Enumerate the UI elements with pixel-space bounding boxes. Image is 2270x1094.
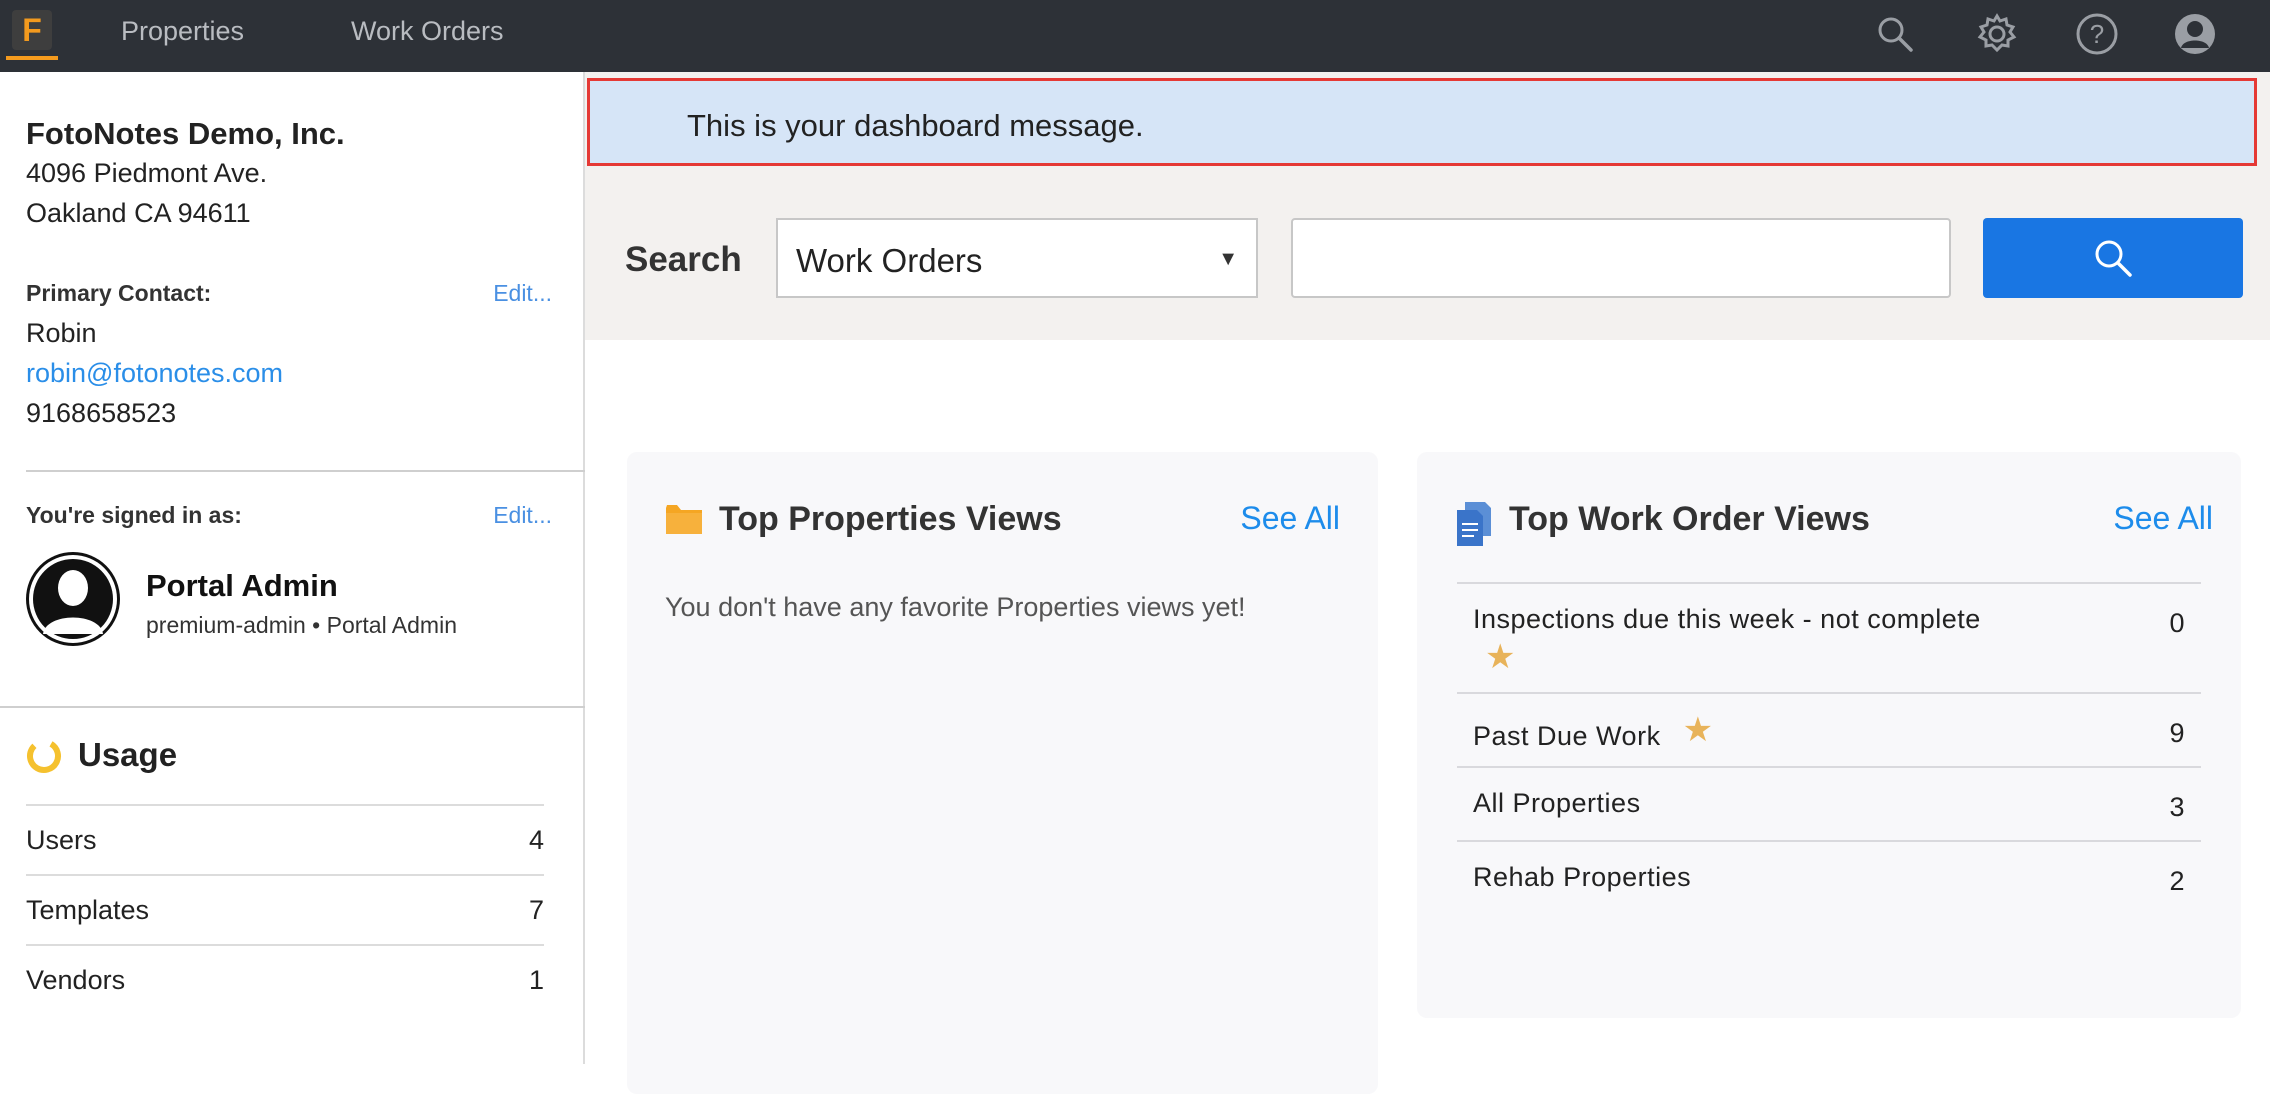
work-order-view-row[interactable]: Past Due Work ★ 9 [1457,692,2201,766]
avatar [26,552,120,646]
dashboard-message-text: This is your dashboard message. [687,108,1144,143]
primary-contact-label: Primary Contact: [26,280,212,306]
contact-name: Robin [26,318,97,348]
top-work-orders-title: Top Work Order Views [1509,500,1870,538]
work-order-view-count: 0 [2169,608,2185,638]
nav-work-orders[interactable]: Work Orders [351,16,504,47]
work-order-view-row[interactable]: All Properties 3 [1457,766,2201,840]
company-address-line2: Oakland CA 94611 [26,198,251,228]
sidebar: FotoNotes Demo, Inc. 4096 Piedmont Ave. … [0,72,585,1064]
work-order-view-count: 2 [2169,866,2185,896]
work-order-view-count: 3 [2169,792,2185,822]
work-order-views-list: Inspections due this week - not complete… [1457,582,2201,914]
main-content: This is your dashboard message. Search W… [585,72,2270,1094]
top-work-orders-card: Top Work Order Views See All Inspections… [1417,452,2241,1018]
edit-signed-in-link[interactable]: Edit... [493,502,552,529]
signed-in-user-role: premium-admin • Portal Admin [146,612,457,638]
usage-value: 7 [528,894,544,925]
divider [26,470,585,472]
usage-spinner-icon [26,738,62,774]
divider [0,706,585,708]
search-type-select[interactable]: Work Orders ▼ [776,218,1258,298]
usage-value: 4 [528,824,544,855]
search-type-selected: Work Orders [796,242,983,279]
star-icon[interactable]: ★ [1485,637,1981,677]
search-button[interactable] [1983,218,2243,298]
see-all-work-orders-link[interactable]: See All [2113,500,2213,537]
help-icon[interactable]: ? [2073,10,2121,58]
company-name: FotoNotes Demo, Inc. [26,116,345,151]
signed-in-user-name: Portal Admin [146,568,338,603]
dashboard-cards-area: Top Properties Views See All You don't h… [585,340,2270,1094]
work-order-view-name: Inspections due this week - not complete [1473,604,1981,634]
top-nav-bar: F Properties Work Orders ? [0,0,2270,72]
search-icon[interactable] [1871,10,1919,58]
top-properties-card: Top Properties Views See All You don't h… [627,452,1378,1094]
top-properties-title: Top Properties Views [719,500,1062,538]
star-icon[interactable]: ★ [1683,711,1714,749]
work-order-view-row[interactable]: Inspections due this week - not complete… [1457,582,2201,692]
svg-text:?: ? [2090,19,2104,49]
chevron-down-icon: ▼ [1218,248,1238,270]
app-logo[interactable]: F [12,10,52,50]
contact-phone: 9168658523 [26,398,177,428]
work-order-view-name: All Properties [1473,788,1641,818]
app-logo-letter: F [22,11,42,48]
usage-label: Users [26,824,97,855]
work-order-view-name: Past Due Work [1473,721,1661,751]
usage-list: Users 4 Templates 7 Vendors 1 [26,804,544,1014]
contact-email-link[interactable]: robin@fotonotes.com [26,358,283,389]
documents-icon [1455,502,1493,546]
search-label: Search [625,240,742,279]
edit-primary-contact-link[interactable]: Edit... [493,280,552,307]
usage-row-vendors: Vendors 1 [26,944,544,1014]
active-nav-indicator [6,56,58,60]
work-order-view-row[interactable]: Rehab Properties 2 [1457,840,2201,914]
usage-value: 1 [528,964,544,995]
gear-icon[interactable] [1973,10,2021,58]
folder-icon [665,502,703,540]
nav-properties[interactable]: Properties [121,16,244,47]
company-address-line1: 4096 Piedmont Ave. [26,158,268,188]
empty-properties-message: You don't have any favorite Properties v… [665,592,1246,622]
search-icon [2095,240,2132,277]
user-account-icon[interactable] [2171,10,2219,58]
dashboard-message-banner: This is your dashboard message. [587,78,2257,166]
work-order-view-count: 9 [2169,718,2185,748]
usage-row-templates: Templates 7 [26,874,544,944]
usage-row-users: Users 4 [26,804,544,874]
see-all-properties-link[interactable]: See All [1240,500,1340,537]
usage-label: Vendors [26,964,126,995]
usage-label: Templates [26,894,150,925]
work-order-view-name: Rehab Properties [1473,862,1692,892]
search-input[interactable] [1291,218,1951,298]
usage-title: Usage [78,736,178,773]
signed-in-label: You're signed in as: [26,502,242,528]
